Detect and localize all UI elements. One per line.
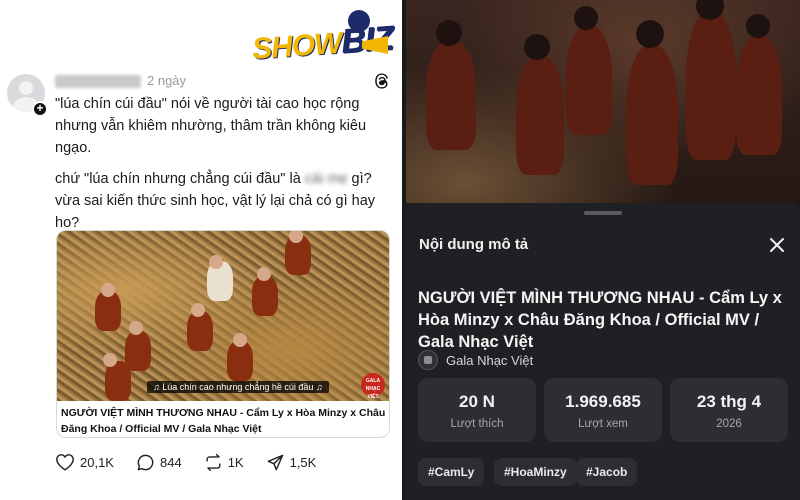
stat-views: 1.969.685 Lượt xem xyxy=(544,378,662,442)
video-thumbnail[interactable]: ♫ Lúa chín cao nhưng chẳng hề cúi đầu ♫ … xyxy=(57,231,389,401)
threads-icon[interactable] xyxy=(373,72,391,90)
repost-icon xyxy=(206,453,221,471)
threads-post-panel: SHOWBIZ + 2 ngày "lúa chín cúi đầu" nói … xyxy=(0,0,402,500)
post-actions: 20,1K 844 1K 1,5K xyxy=(55,452,338,472)
comment-icon xyxy=(137,454,154,470)
performer-figure xyxy=(105,361,131,401)
performer-figure xyxy=(227,341,253,381)
share-count: 1,5K xyxy=(289,454,317,470)
dancer-figure xyxy=(686,10,736,160)
share-icon xyxy=(267,454,283,470)
post-time: 2 ngày xyxy=(147,73,187,88)
repost-button[interactable]: 1K xyxy=(204,453,244,472)
stat-date: 23 thg 4 2026 xyxy=(670,378,788,442)
dancer-figure xyxy=(736,35,782,155)
performer-figure xyxy=(252,276,278,316)
performer-figure xyxy=(95,291,121,331)
video-subtitle: ♫ Lúa chín cao nhưng chẳng hề cúi đầu ♫ xyxy=(147,381,329,393)
follow-plus-icon[interactable]: + xyxy=(32,101,48,117)
dancer-figure xyxy=(626,45,678,185)
post-text: "lúa chín cúi đầu" nói về người tài cao … xyxy=(55,93,385,243)
post-paragraph-2: chứ "lúa chín nhưng chẳng cúi đầu" là cá… xyxy=(55,168,385,234)
stat-likes: 20 N Lượt thích xyxy=(418,378,536,442)
share-button[interactable]: 1,5K xyxy=(266,453,317,472)
comment-count: 844 xyxy=(159,454,182,470)
sheet-title: Nội dung mô tả xyxy=(419,236,529,253)
performer-figure xyxy=(187,311,213,351)
like-count: 20,1K xyxy=(80,454,114,470)
channel-link[interactable]: Gala Nhạc Việt xyxy=(418,350,533,370)
music-video-frame[interactable] xyxy=(406,0,800,203)
stat-label: Lượt xem xyxy=(578,418,628,430)
drag-handle[interactable] xyxy=(584,211,622,215)
dancer-figure xyxy=(566,25,612,135)
channel-badge: GALA NHẠC VIỆT xyxy=(361,373,385,400)
stat-label: 2026 xyxy=(716,418,742,430)
stat-value: 20 N xyxy=(459,392,495,411)
heart-icon xyxy=(56,454,74,471)
channel-avatar xyxy=(418,350,438,370)
lightbulb-icon xyxy=(348,10,370,32)
video-title-heading: NGƯỜI VIỆT MÌNH THƯƠNG NHAU - Cẩm Ly x H… xyxy=(418,289,782,351)
hashtag[interactable]: #CamLy xyxy=(418,458,485,486)
video-title[interactable]: NGƯỜI VIỆT MÌNH THƯƠNG NHAU - Cẩm Ly x H… xyxy=(61,405,389,437)
comment-button[interactable]: 844 xyxy=(136,453,182,472)
stat-value: 1.969.685 xyxy=(565,392,641,411)
performer-figure xyxy=(125,331,151,371)
stat-label: Lượt thích xyxy=(450,418,504,430)
video-card[interactable]: ♫ Lúa chín cao nhưng chẳng hề cúi đầu ♫ … xyxy=(56,230,390,438)
hashtag[interactable]: #Jacob xyxy=(576,458,638,486)
hashtag[interactable]: #HoaMinzy xyxy=(494,458,577,486)
dancer-figure xyxy=(426,40,476,150)
like-button[interactable]: 20,1K xyxy=(55,453,114,471)
showbiz-logo: SHOWBIZ xyxy=(251,8,394,68)
dancer-figure xyxy=(516,55,564,175)
channel-name: Gala Nhạc Việt xyxy=(446,352,534,368)
post-paragraph-1: "lúa chín cúi đầu" nói về người tài cao … xyxy=(55,96,367,156)
stat-value: 23 thg 4 xyxy=(696,392,762,411)
logo-text-show: SHOW xyxy=(251,26,343,66)
censored-word: cái mẹ xyxy=(304,171,348,187)
repost-count: 1K xyxy=(227,454,244,470)
username-blurred[interactable] xyxy=(55,75,141,88)
close-icon[interactable] xyxy=(768,236,786,254)
